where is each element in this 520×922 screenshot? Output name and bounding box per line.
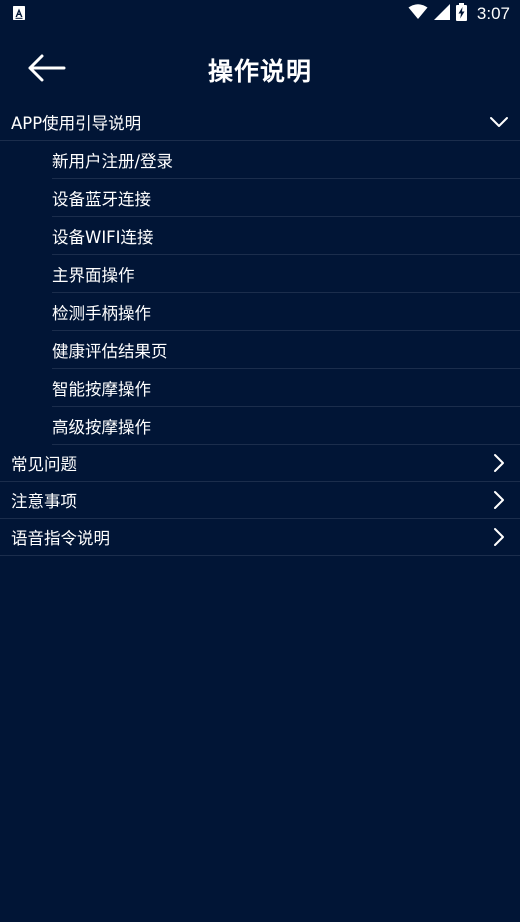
section-faq[interactable]: 常见问题 [0, 445, 520, 482]
app-header: 操作说明 [0, 28, 520, 112]
list-item-label: 设备蓝牙连接 [52, 189, 151, 209]
wifi-icon [408, 4, 428, 24]
section-notes[interactable]: 注意事项 [0, 482, 520, 519]
section-label: APP使用引导说明 [11, 114, 142, 133]
section-app-guide[interactable]: APP使用引导说明 [0, 104, 520, 141]
list-item-register-login[interactable]: 新用户注册/登录 [52, 141, 520, 179]
status-time: 3:07 [476, 4, 510, 23]
list-item-wifi-connect[interactable]: 设备WIFI连接 [52, 217, 520, 255]
list-item-handle-detection[interactable]: 检测手柄操作 [52, 293, 520, 331]
list-item-label: 主界面操作 [52, 265, 135, 285]
list-item-bluetooth-connect[interactable]: 设备蓝牙连接 [52, 179, 520, 217]
page-title: 操作说明 [207, 57, 312, 86]
section-voice-commands[interactable]: 语音指令说明 [0, 519, 520, 556]
section-label: 常见问题 [11, 455, 77, 474]
instructions-list: APP使用引导说明 新用户注册/登录 设备蓝牙连接 设备WIFI连接 主界面操作… [0, 104, 520, 556]
status-bar: 3:07 [0, 0, 520, 28]
list-item-health-result[interactable]: 健康评估结果页 [52, 331, 520, 369]
chevron-right-icon [488, 452, 510, 474]
section-label: 注意事项 [11, 492, 77, 511]
list-item-label: 高级按摩操作 [52, 417, 151, 437]
list-item-advanced-massage[interactable]: 高级按摩操作 [52, 407, 520, 445]
chevron-right-icon [488, 526, 510, 548]
list-item-label: 新用户注册/登录 [52, 151, 174, 171]
app-guide-items: 新用户注册/登录 设备蓝牙连接 设备WIFI连接 主界面操作 检测手柄操作 健康… [0, 141, 520, 445]
list-item-label: 智能按摩操作 [52, 379, 151, 399]
list-item-smart-massage[interactable]: 智能按摩操作 [52, 369, 520, 407]
section-label: 语音指令说明 [11, 529, 110, 548]
notification-a-icon [13, 6, 25, 20]
list-item-label: 检测手柄操作 [52, 303, 151, 323]
list-item-label: 健康评估结果页 [52, 341, 168, 361]
chevron-right-icon [488, 489, 510, 511]
list-item-label: 设备WIFI连接 [52, 227, 154, 247]
signal-icon [433, 4, 450, 24]
list-item-main-screen[interactable]: 主界面操作 [52, 255, 520, 293]
battery-charging-icon [455, 3, 467, 25]
chevron-down-icon [488, 111, 510, 133]
